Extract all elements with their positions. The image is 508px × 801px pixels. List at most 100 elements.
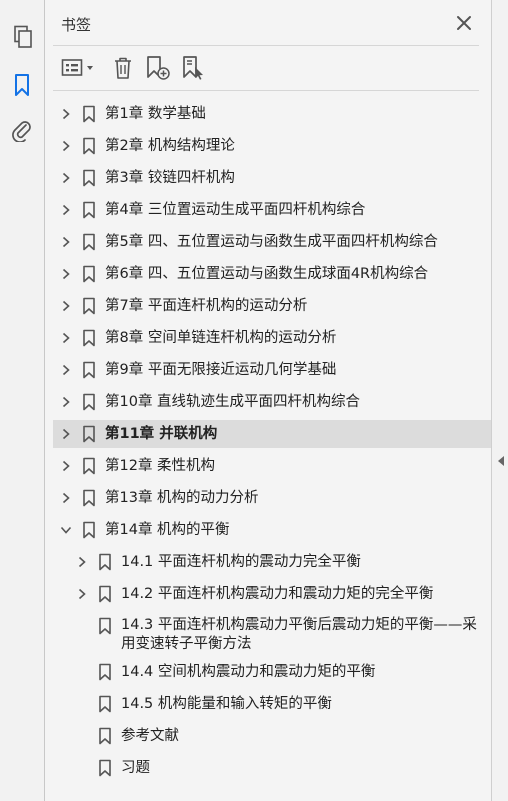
bookmarks-panel: 书签 第1章 数学基础 第2章 机构结构理论 第3章 铰链四杆机构 第4章 三位…	[45, 0, 492, 801]
bookmark-label: 第10章 直线轨迹生成平面四杆机构综合	[105, 394, 361, 410]
bookmark-icon	[81, 356, 97, 384]
bookmark-label: 第7章 平面连杆机构的运动分析	[105, 298, 308, 314]
bookmark-icon	[97, 754, 113, 782]
chevron-right-icon[interactable]	[59, 132, 73, 160]
chevron-right-icon[interactable]	[59, 484, 73, 512]
bookmark-icon	[81, 516, 97, 544]
bookmark-icon	[81, 324, 97, 352]
bookmark-chapter-row[interactable]: 第9章 平面无限接近运动几何学基础	[53, 356, 492, 384]
bookmark-from-selection-icon[interactable]	[181, 55, 207, 81]
bookmark-icon	[81, 420, 97, 448]
close-icon[interactable]	[455, 14, 473, 32]
bookmark-icon	[97, 580, 113, 608]
bookmark-chapter-row[interactable]: 第11章 并联机构	[53, 420, 492, 448]
bookmark-label: 第13章 机构的动力分析	[105, 490, 259, 506]
divider	[53, 45, 479, 46]
panel-splitter[interactable]	[491, 0, 508, 801]
chevron-right-icon[interactable]	[59, 452, 73, 480]
bookmark-chapter-row[interactable]: 第3章 铰链四杆机构	[53, 164, 492, 192]
bookmark-icon	[81, 292, 97, 320]
bookmark-label: 第11章 并联机构	[105, 426, 218, 442]
chevron-down-icon[interactable]	[59, 516, 73, 544]
bookmark-label: 第6章 四、五位置运动与函数生成球面4R机构综合	[105, 266, 429, 282]
chevron-right-icon[interactable]	[59, 292, 73, 320]
bookmark-icon	[81, 260, 97, 288]
bookmark-section-row[interactable]: 14.4 空间机构震动力和震动力矩的平衡	[53, 658, 492, 686]
chevron-right-icon[interactable]	[75, 548, 89, 576]
bookmark-label: 14.3 平面连杆机构震动力平衡后震动力矩的平衡——采用变速转子平衡方法	[121, 617, 477, 652]
options-menu-icon[interactable]	[61, 55, 97, 81]
bookmark-icon	[81, 164, 97, 192]
chevron-right-icon[interactable]	[59, 260, 73, 288]
bookmark-chapter-row[interactable]: 第12章 柔性机构	[53, 452, 492, 480]
bookmark-chapter-row[interactable]: 第7章 平面连杆机构的运动分析	[53, 292, 492, 320]
bookmark-label: 第5章 四、五位置运动与函数生成平面四杆机构综合	[105, 234, 438, 250]
bookmark-label: 14.4 空间机构震动力和震动力矩的平衡	[121, 664, 376, 680]
bookmark-section-row[interactable]: 14.5 机构能量和输入转矩的平衡	[53, 690, 492, 718]
chevron-right-icon[interactable]	[75, 580, 89, 608]
bookmark-chapter-row[interactable]: 第1章 数学基础	[53, 100, 492, 128]
expander-spacer	[75, 658, 89, 686]
bookmark-label: 14.1 平面连杆机构的震动力完全平衡	[121, 554, 361, 570]
chevron-right-icon[interactable]	[59, 196, 73, 224]
bookmark-label: 第14章 机构的平衡	[105, 522, 230, 538]
bookmark-icon	[81, 484, 97, 512]
divider	[53, 90, 479, 91]
bookmark-label: 习题	[121, 760, 150, 776]
bookmark-section-row[interactable]: 14.2 平面连杆机构震动力和震动力矩的完全平衡	[53, 580, 492, 608]
bookmark-icon	[97, 722, 113, 750]
bookmark-chapter-row[interactable]: 第2章 机构结构理论	[53, 132, 492, 160]
bookmark-chapter-row[interactable]: 第5章 四、五位置运动与函数生成平面四杆机构综合	[53, 228, 492, 256]
bookmark-chapter-row[interactable]: 第8章 空间单链连杆机构的运动分析	[53, 324, 492, 352]
bookmark-section-row[interactable]: 14.1 平面连杆机构的震动力完全平衡	[53, 548, 492, 576]
bookmark-label: 第8章 空间单链连杆机构的运动分析	[105, 330, 337, 346]
bookmark-label: 第4章 三位置运动生成平面四杆机构综合	[105, 202, 366, 218]
new-bookmark-icon[interactable]	[145, 55, 171, 81]
bookmark-icon[interactable]	[9, 72, 35, 98]
expander-spacer	[75, 612, 89, 640]
chevron-right-icon[interactable]	[59, 324, 73, 352]
expander-spacer	[75, 722, 89, 750]
expander-spacer	[75, 754, 89, 782]
bookmark-icon	[97, 658, 113, 686]
bookmark-label: 第3章 铰链四杆机构	[105, 170, 235, 186]
chevron-right-icon[interactable]	[59, 228, 73, 256]
expander-spacer	[75, 690, 89, 718]
chevron-right-icon[interactable]	[59, 356, 73, 384]
left-navigation-rail	[0, 0, 45, 801]
bookmark-icon	[81, 132, 97, 160]
chevron-right-icon[interactable]	[59, 420, 73, 448]
chevron-right-icon[interactable]	[59, 388, 73, 416]
bookmark-icon	[81, 196, 97, 224]
bookmark-icon	[81, 452, 97, 480]
bookmark-label: 第12章 柔性机构	[105, 458, 216, 474]
bookmarks-toolbar	[45, 52, 491, 84]
bookmark-label: 第2章 机构结构理论	[105, 138, 235, 154]
chevron-right-icon[interactable]	[59, 164, 73, 192]
bookmark-chapter-row[interactable]: 第6章 四、五位置运动与函数生成球面4R机构综合	[53, 260, 492, 288]
bookmark-icon	[97, 690, 113, 718]
bookmark-icon	[97, 548, 113, 576]
bookmark-icon	[81, 388, 97, 416]
bookmark-chapter-row[interactable]: 第13章 机构的动力分析	[53, 484, 492, 512]
bookmark-icon	[97, 612, 113, 640]
bookmark-icon	[81, 228, 97, 256]
bookmark-chapter-row[interactable]: 第4章 三位置运动生成平面四杆机构综合	[53, 196, 492, 224]
bookmark-chapter-row[interactable]: 第10章 直线轨迹生成平面四杆机构综合	[53, 388, 492, 416]
bookmark-label: 参考文献	[121, 728, 179, 744]
bookmark-section-row[interactable]: 习题	[53, 754, 492, 782]
bookmark-label: 第9章 平面无限接近运动几何学基础	[105, 362, 337, 378]
panel-title: 书签	[61, 16, 92, 34]
bookmark-chapter-row[interactable]: 第14章 机构的平衡	[53, 516, 492, 544]
bookmark-section-row[interactable]: 参考文献	[53, 722, 492, 750]
chevron-right-icon[interactable]	[59, 100, 73, 128]
bookmark-section-row[interactable]: 14.3 平面连杆机构震动力平衡后震动力矩的平衡——采用变速转子平衡方法	[53, 612, 492, 656]
pages-icon[interactable]	[9, 24, 35, 50]
attachment-icon[interactable]	[9, 117, 35, 143]
bookmark-icon	[81, 100, 97, 128]
bookmark-label: 第1章 数学基础	[105, 106, 206, 122]
bookmark-label: 14.2 平面连杆机构震动力和震动力矩的完全平衡	[121, 586, 434, 602]
bookmark-label: 14.5 机构能量和输入转矩的平衡	[121, 696, 332, 712]
delete-icon[interactable]	[112, 55, 134, 81]
collapse-panel-icon[interactable]	[497, 455, 505, 467]
